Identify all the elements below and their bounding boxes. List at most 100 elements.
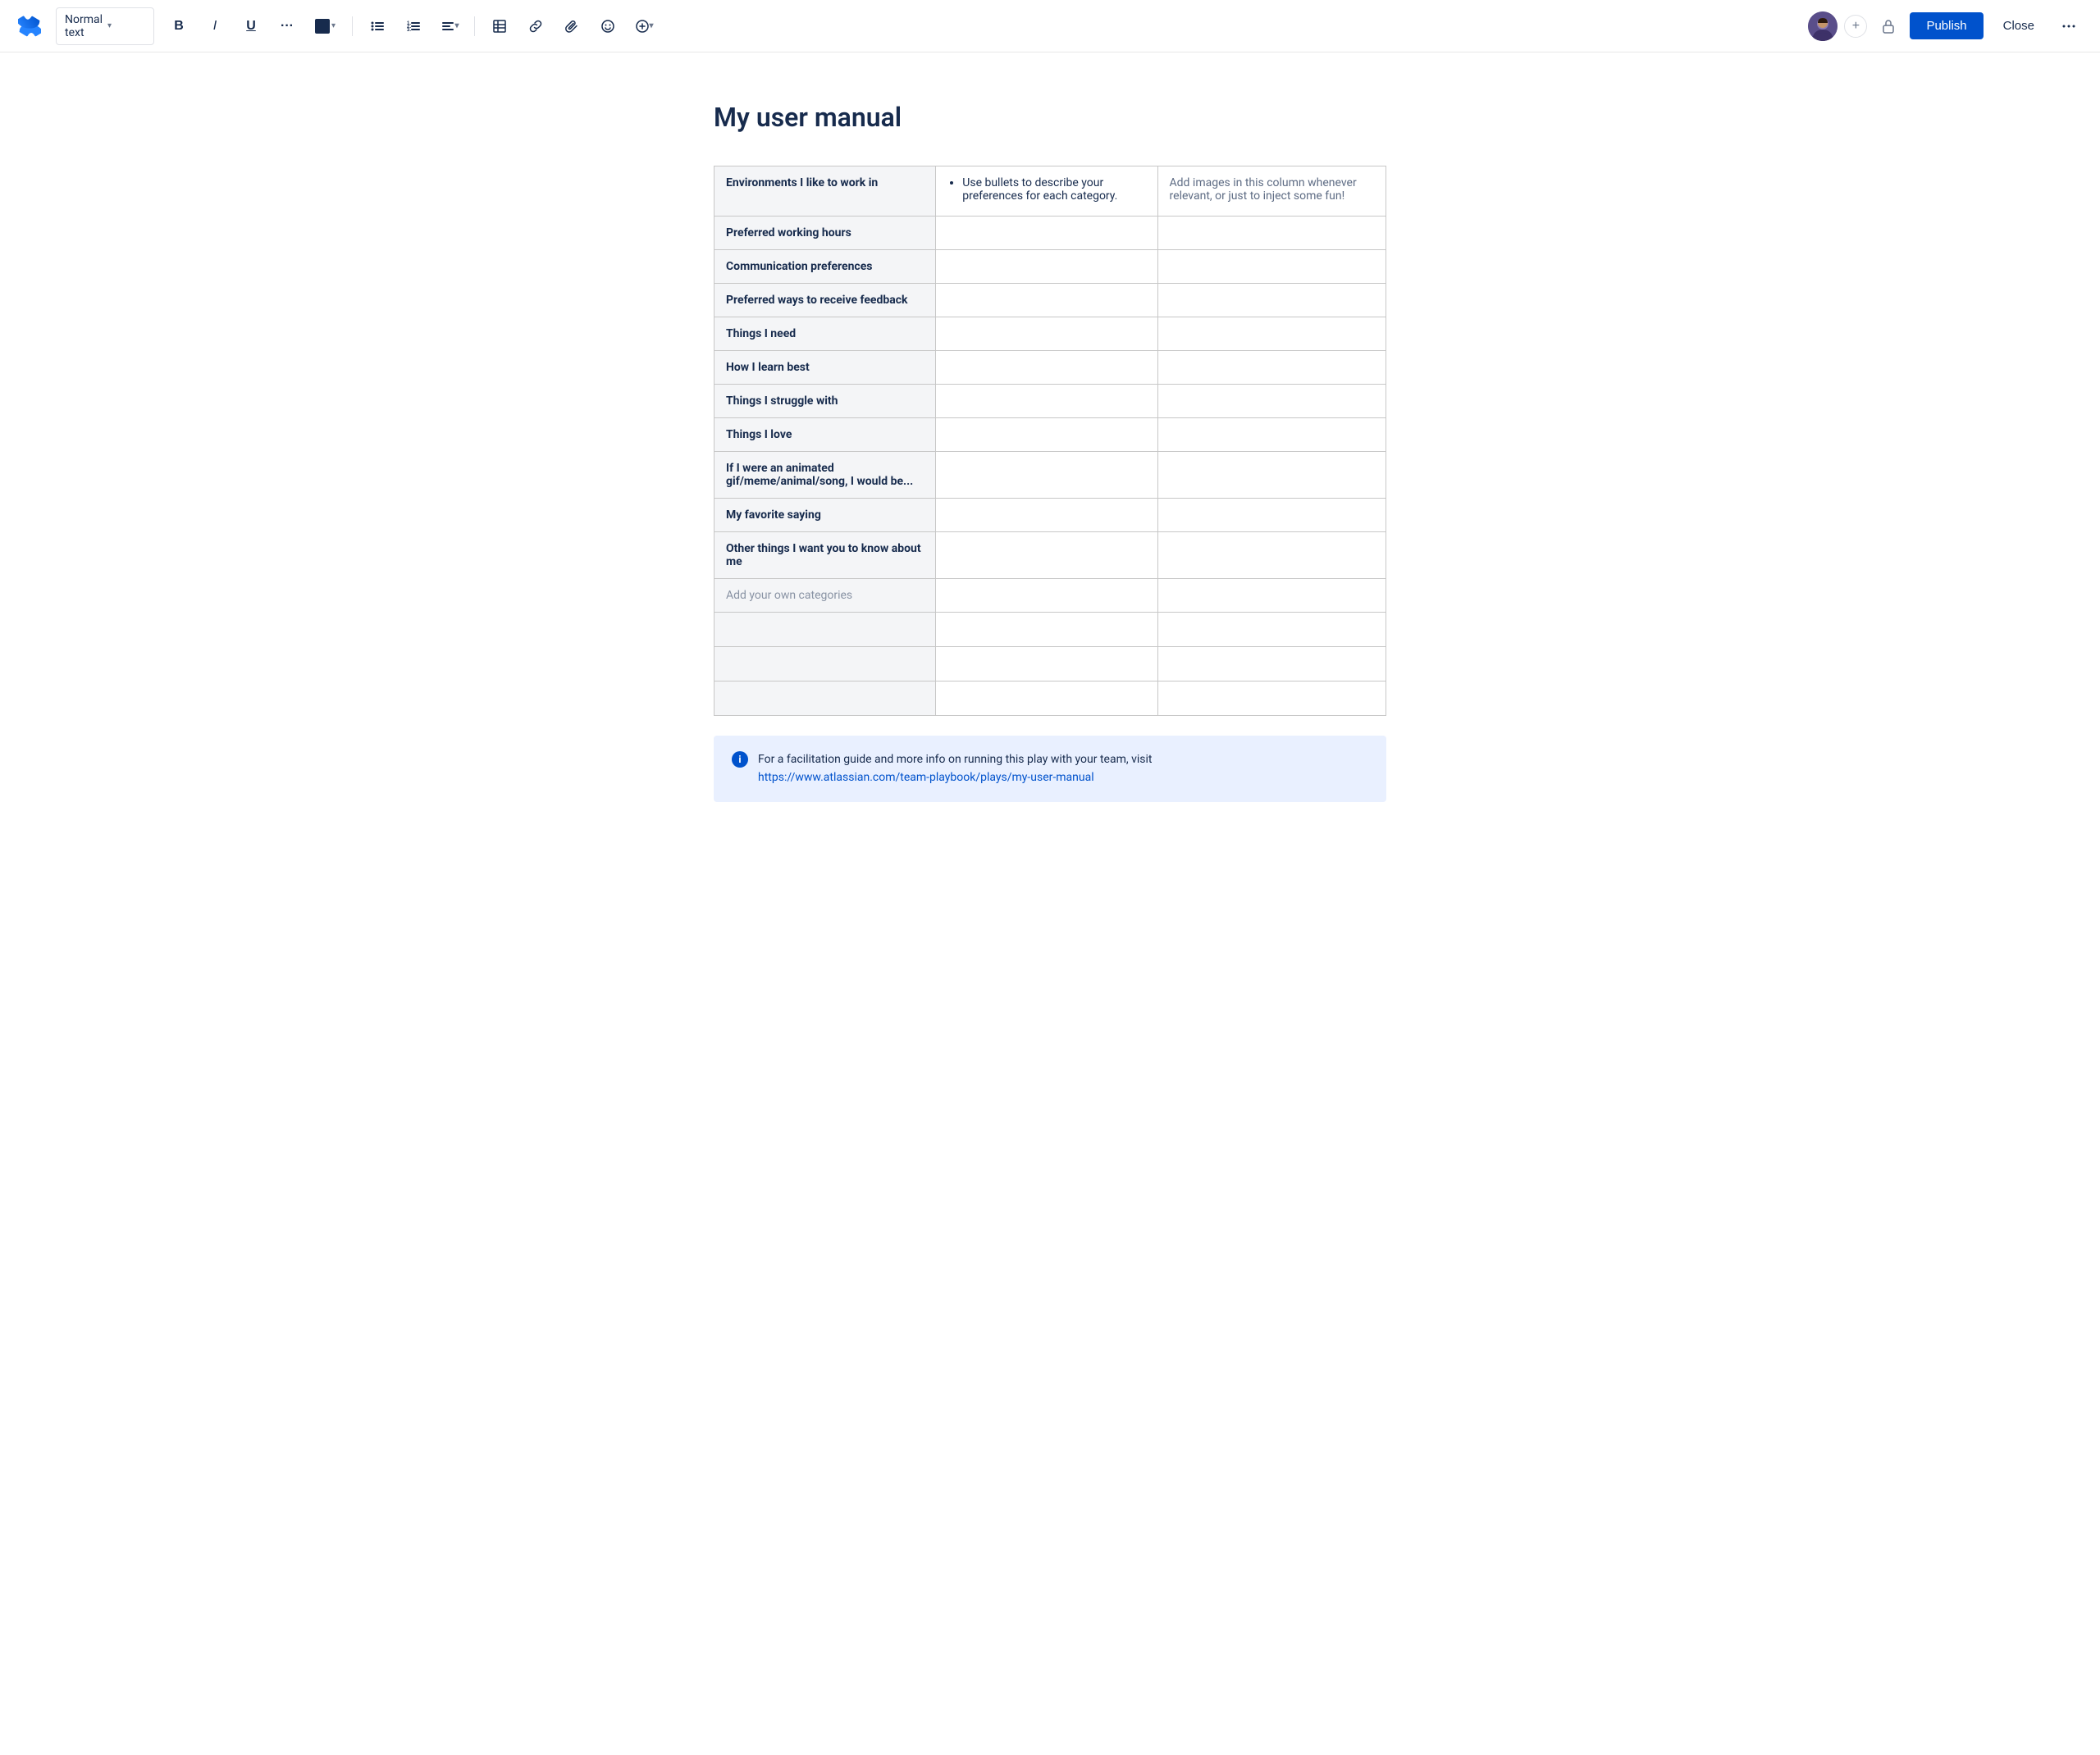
table-cell-image[interactable] xyxy=(1157,250,1386,284)
table-row: Communication preferences xyxy=(714,250,1386,284)
hint-text: Add images in this column whenever relev… xyxy=(1170,176,1357,203)
table-cell-category[interactable] xyxy=(714,613,936,647)
table-cell-category[interactable]: My favorite saying xyxy=(714,499,936,532)
user-manual-table: Environments I like to work in Use bulle… xyxy=(714,166,1386,716)
table-row xyxy=(714,647,1386,681)
table-cell-image[interactable]: Add images in this column whenever relev… xyxy=(1157,166,1386,217)
table-cell-image[interactable] xyxy=(1157,532,1386,579)
color-swatch xyxy=(315,19,330,34)
info-box-message: For a facilitation guide and more info o… xyxy=(758,753,1153,766)
table-cell-image[interactable] xyxy=(1157,217,1386,250)
table-cell-bullets[interactable] xyxy=(936,317,1157,351)
table-cell-category[interactable]: If I were an animated gif/meme/animal/so… xyxy=(714,452,936,499)
table-row: Environments I like to work in Use bulle… xyxy=(714,166,1386,217)
page-title[interactable]: My user manual xyxy=(714,102,1386,133)
table-cell-image[interactable] xyxy=(1157,351,1386,385)
table-cell-category[interactable] xyxy=(714,647,936,681)
table-row xyxy=(714,613,1386,647)
close-button[interactable]: Close xyxy=(1990,12,2048,39)
table-cell-category[interactable]: Things I struggle with xyxy=(714,385,936,418)
table-row: My favorite saying xyxy=(714,499,1386,532)
table-cell-image[interactable] xyxy=(1157,317,1386,351)
table-button[interactable] xyxy=(485,11,514,41)
table-cell-category[interactable]: Environments I like to work in xyxy=(714,166,936,217)
table-cell-bullets[interactable] xyxy=(936,284,1157,317)
table-cell-bullets[interactable] xyxy=(936,681,1157,716)
table-cell-bullets[interactable] xyxy=(936,532,1157,579)
toolbar-divider-2 xyxy=(474,16,475,36)
table-cell-bullets[interactable] xyxy=(936,452,1157,499)
table-cell-category[interactable]: Preferred ways to receive feedback xyxy=(714,284,936,317)
table-cell-bullets[interactable] xyxy=(936,579,1157,613)
align-button[interactable]: ▾ xyxy=(435,11,464,41)
table-cell-bullets[interactable] xyxy=(936,613,1157,647)
table-cell-bullets[interactable] xyxy=(936,385,1157,418)
table-row xyxy=(714,681,1386,716)
table-row: Add your own categories xyxy=(714,579,1386,613)
info-box: i For a facilitation guide and more info… xyxy=(714,736,1386,802)
table-row: Things I love xyxy=(714,418,1386,452)
table-cell-image[interactable] xyxy=(1157,499,1386,532)
table-cell-category[interactable]: Preferred working hours xyxy=(714,217,936,250)
table-cell-bullets[interactable] xyxy=(936,418,1157,452)
text-color-button[interactable]: ▾ xyxy=(308,14,342,39)
table-cell-bullets[interactable] xyxy=(936,217,1157,250)
bold-button[interactable]: B xyxy=(164,11,194,41)
table-cell-image[interactable] xyxy=(1157,452,1386,499)
info-box-text: For a facilitation guide and more info o… xyxy=(758,750,1153,787)
avatar[interactable] xyxy=(1808,11,1838,41)
emoji-button[interactable] xyxy=(593,11,623,41)
table-cell-image[interactable] xyxy=(1157,613,1386,647)
table-row: Preferred ways to receive feedback xyxy=(714,284,1386,317)
table-row: Things I need xyxy=(714,317,1386,351)
italic-button[interactable]: I xyxy=(200,11,230,41)
table-row: Things I struggle with xyxy=(714,385,1386,418)
toolbar-divider xyxy=(352,16,353,36)
table-cell-category-placeholder[interactable]: Add your own categories xyxy=(714,579,936,613)
page-content: My user manual Environments I like to wo… xyxy=(681,52,1419,851)
table-cell-bullets[interactable] xyxy=(936,351,1157,385)
table-cell-bullets[interactable] xyxy=(936,499,1157,532)
attachment-button[interactable] xyxy=(557,11,587,41)
confluence-logo[interactable] xyxy=(16,13,43,39)
table-cell-image[interactable] xyxy=(1157,579,1386,613)
numbered-list-button[interactable]: 1.2.3. xyxy=(399,11,428,41)
bullet-list-button[interactable] xyxy=(363,11,392,41)
text-style-selector[interactable]: Normal text ▾ xyxy=(56,7,154,45)
add-collaborator-button[interactable]: + xyxy=(1844,15,1867,38)
table-row: If I were an animated gif/meme/animal/so… xyxy=(714,452,1386,499)
toolbar: Normal text ▾ B I U ··· ▾ 1.2.3. ▾ xyxy=(0,0,2100,52)
table-cell-category[interactable]: Things I need xyxy=(714,317,936,351)
table-cell-category[interactable]: How I learn best xyxy=(714,351,936,385)
table-row: How I learn best xyxy=(714,351,1386,385)
chevron-down-icon: ▾ xyxy=(107,21,145,30)
link-button[interactable] xyxy=(521,11,550,41)
table-row: Preferred working hours xyxy=(714,217,1386,250)
more-formatting-button[interactable]: ··· xyxy=(272,11,302,41)
text-style-label: Normal text xyxy=(65,13,103,39)
insert-button[interactable]: ▾ xyxy=(629,11,659,41)
table-row: Other things I want you to know about me xyxy=(714,532,1386,579)
list-item: Use bullets to describe your preferences… xyxy=(962,176,1145,203)
table-cell-bullets[interactable] xyxy=(936,250,1157,284)
table-cell-image[interactable] xyxy=(1157,284,1386,317)
underline-button[interactable]: U xyxy=(236,11,266,41)
table-cell-image[interactable] xyxy=(1157,681,1386,716)
publish-button[interactable]: Publish xyxy=(1910,12,1983,39)
table-cell-category[interactable]: Communication preferences xyxy=(714,250,936,284)
info-box-link[interactable]: https://www.atlassian.com/team-playbook/… xyxy=(758,771,1094,784)
table-cell-category[interactable] xyxy=(714,681,936,716)
info-icon: i xyxy=(732,751,748,768)
table-cell-bullets[interactable]: Use bullets to describe your preferences… xyxy=(936,166,1157,217)
table-cell-image[interactable] xyxy=(1157,418,1386,452)
table-cell-image[interactable] xyxy=(1157,647,1386,681)
table-cell-category[interactable]: Things I love xyxy=(714,418,936,452)
chevron-down-icon: ▾ xyxy=(331,21,336,30)
svg-text:3.: 3. xyxy=(407,28,411,33)
table-cell-bullets[interactable] xyxy=(936,647,1157,681)
toolbar-right: + Publish Close xyxy=(1808,11,2084,41)
table-cell-image[interactable] xyxy=(1157,385,1386,418)
lock-icon[interactable] xyxy=(1874,11,1903,41)
table-cell-category[interactable]: Other things I want you to know about me xyxy=(714,532,936,579)
more-options-button[interactable] xyxy=(2054,11,2084,41)
